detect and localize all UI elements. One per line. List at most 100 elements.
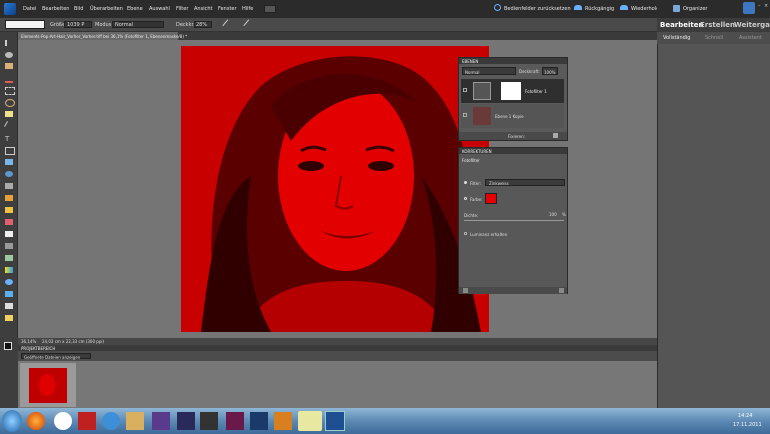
eye-icon[interactable] — [463, 88, 467, 92]
eraser-tool-icon[interactable] — [5, 219, 13, 225]
home-icon[interactable] — [743, 2, 755, 14]
filezilla-icon[interactable] — [78, 412, 96, 430]
menu-edit[interactable]: Bearbeiten — [42, 6, 69, 12]
project-bin-toolbar: Geöffnete Dateien anzeigen — [18, 351, 657, 361]
photoshop-icon[interactable] — [250, 412, 268, 430]
density-value[interactable]: 100 — [549, 212, 557, 217]
menu-window[interactable]: Fenster — [218, 6, 237, 12]
menu-image[interactable]: Bild — [74, 6, 83, 12]
zoom-readout[interactable]: 36,14% — [21, 339, 36, 344]
sponge-tool-icon[interactable] — [5, 303, 13, 309]
pencil-tool-icon[interactable] — [5, 315, 13, 321]
color-radio[interactable] — [464, 197, 467, 200]
tablet-options-icon[interactable] — [243, 19, 255, 31]
project-thumbnail[interactable] — [20, 363, 76, 407]
filter-color-swatch[interactable] — [485, 193, 497, 204]
adjustment-layer-icon — [473, 82, 491, 100]
eye-icon[interactable] — [463, 113, 467, 117]
undo-button[interactable]: Rückgängig — [585, 6, 614, 12]
lock-label: Fixieren: — [508, 134, 525, 139]
organizer-button[interactable]: Organizer — [683, 6, 707, 12]
layer-opacity-input[interactable]: 100% — [542, 67, 558, 75]
menu-enhance[interactable]: Überarbeiten — [90, 6, 123, 12]
indesign-cs-icon[interactable] — [226, 412, 244, 430]
blend-mode-select[interactable]: Normal — [462, 67, 516, 75]
elements-taskbar-icon[interactable] — [325, 411, 345, 431]
move-tool-icon[interactable] — [5, 40, 15, 46]
marquee-tool-icon[interactable] — [5, 87, 15, 95]
layer-thumbnail — [473, 107, 491, 125]
menu-file[interactable]: Datei — [23, 6, 36, 12]
blur-tool-icon[interactable] — [5, 291, 13, 297]
straighten-tool-icon[interactable] — [5, 171, 13, 177]
type-tool-icon[interactable]: T — [5, 135, 13, 143]
folder-icon[interactable] — [126, 412, 144, 430]
crop-tool-icon[interactable] — [5, 147, 15, 155]
filter-label: Filter: — [470, 181, 482, 186]
tab-create[interactable]: Erstellen — [700, 21, 735, 29]
tool-options-bar: Größe: 1039 P Modus: Normal Deckkr.: 28% — [0, 18, 657, 32]
menu-select[interactable]: Auswahl — [149, 6, 170, 12]
density-slider[interactable] — [464, 220, 564, 221]
illustrator-icon[interactable] — [274, 412, 292, 430]
app-icon[interactable] — [177, 412, 195, 430]
browser-icon[interactable] — [54, 412, 72, 430]
layers-panel-title: EBENEN — [462, 59, 479, 64]
trash-icon[interactable] — [559, 288, 564, 293]
filter-select[interactable]: Zinkweiss — [485, 179, 565, 186]
layer-mask-thumbnail — [501, 82, 521, 100]
document-canvas[interactable] — [181, 46, 489, 332]
bridge-icon[interactable] — [200, 412, 218, 430]
lasso-tool-icon[interactable] — [5, 99, 15, 107]
firefox-icon[interactable] — [27, 412, 45, 430]
healing-brush-tool-icon[interactable] — [5, 195, 13, 201]
skype-icon[interactable] — [102, 412, 120, 430]
thumbnail-image — [29, 368, 67, 403]
document-tab[interactable]: Elements-Pop-Art-Hair_Vorher_Vorher.tiff… — [18, 32, 187, 40]
hand-tool-icon[interactable] — [5, 63, 13, 69]
shape-tool-icon[interactable] — [5, 279, 13, 285]
eyedropper-tool-icon[interactable] — [5, 75, 13, 83]
menu-layer[interactable]: Ebene — [127, 6, 143, 12]
size-input[interactable]: 1039 P — [64, 21, 92, 28]
airbrush-icon[interactable] — [222, 19, 234, 31]
clip-icon[interactable] — [463, 288, 468, 293]
explorer-icon[interactable] — [298, 411, 322, 431]
opacity-input[interactable]: 28% — [194, 21, 212, 28]
cookie-cutter-tool-icon[interactable] — [5, 159, 13, 165]
minimize-icon[interactable]: – — [758, 4, 761, 9]
paint-bucket-tool-icon[interactable] — [5, 255, 13, 261]
quick-selection-tool-icon[interactable] — [4, 121, 15, 131]
clone-stamp-tool-icon[interactable] — [5, 207, 13, 213]
tool-preset-picker[interactable] — [5, 20, 45, 29]
tab-edit[interactable]: Bearbeiten — [660, 21, 704, 29]
menu-view[interactable]: Ansicht — [194, 6, 212, 12]
indesign-icon[interactable] — [152, 412, 170, 430]
gradient-tool-icon[interactable] — [5, 267, 13, 273]
brush-tool-icon[interactable] — [5, 231, 13, 237]
preserve-luminosity-checkbox[interactable] — [464, 232, 467, 235]
mode-select[interactable]: Normal — [112, 21, 164, 28]
tab-quick-edit[interactable]: Schnell — [705, 36, 723, 41]
menu-help[interactable]: Hilfe — [242, 6, 253, 12]
reset-panels-button[interactable]: Bedienfelder zurücksetzen — [504, 6, 571, 12]
tab-full-edit[interactable]: Vollständig — [663, 36, 690, 41]
clock-time: 14:24 — [738, 413, 753, 419]
adjustments-panel-title: KORREKTUREN — [462, 149, 492, 154]
close-icon[interactable]: × — [764, 4, 768, 9]
red-eye-tool-icon[interactable] — [5, 183, 13, 189]
show-files-select[interactable]: Geöffnete Dateien anzeigen — [21, 353, 91, 360]
magic-wand-tool-icon[interactable] — [5, 111, 13, 117]
filter-radio[interactable] — [464, 181, 467, 184]
layer-row-image-copy[interactable]: Ebene 1 Kopie — [461, 104, 564, 128]
smart-brush-tool-icon[interactable] — [5, 243, 13, 249]
layer-row-photo-filter[interactable]: Fotofilter 1 — [461, 79, 564, 103]
tab-guided-edit[interactable]: Assistent — [739, 36, 762, 41]
foreground-color-swatch[interactable] — [4, 342, 12, 350]
zoom-tool-icon[interactable] — [5, 52, 13, 58]
trash-icon[interactable] — [553, 133, 558, 138]
arrange-button[interactable] — [264, 5, 276, 13]
tab-share[interactable]: Weitergabe — [734, 21, 770, 29]
menu-filter[interactable]: Filter — [176, 6, 188, 12]
start-button[interactable] — [2, 410, 22, 432]
